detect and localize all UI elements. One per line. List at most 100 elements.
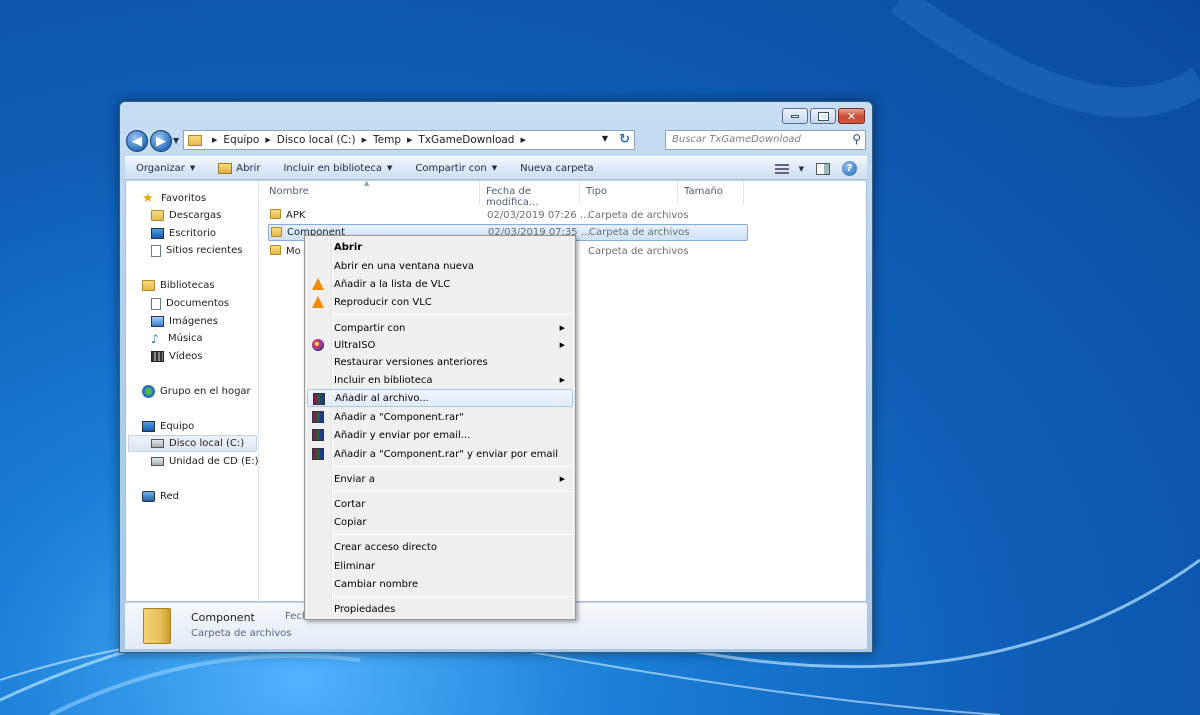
file-row[interactable]: APK 02/03/2019 07:26 ... Carpeta de arch… — [268, 207, 748, 224]
nav-documents[interactable]: Documentos — [151, 295, 229, 312]
column-type[interactable]: Tipo — [580, 181, 678, 203]
nav-label: Bibliotecas — [160, 280, 215, 291]
menu-item-copy[interactable]: Copiar — [307, 513, 573, 531]
new-folder-label: Nueva carpeta — [520, 162, 594, 174]
open-button[interactable]: Abrir — [207, 157, 272, 179]
menu-item-add-vlc-playlist[interactable]: Añadir a la lista de VLC — [307, 275, 573, 293]
menu-item-add-and-email[interactable]: Añadir y enviar por email... — [307, 426, 573, 444]
menu-label: Añadir a la lista de VLC — [334, 278, 451, 290]
nav-cd-drive[interactable]: Unidad de CD (E:) — [151, 453, 258, 470]
folder-shape — [270, 209, 281, 219]
folder-icon — [271, 227, 287, 240]
include-library-button[interactable]: Incluir en biblioteca ▼ — [272, 157, 404, 179]
videos-icon — [151, 351, 164, 362]
organize-button[interactable]: Organizar ▼ — [125, 157, 207, 179]
nav-favorites[interactable]: ★ Favoritos — [142, 190, 206, 207]
breadcrumb-txgamedownload[interactable]: TxGameDownload — [418, 134, 514, 146]
folder-shape — [270, 245, 281, 255]
menu-item-create-shortcut[interactable]: Crear acceso directo — [307, 538, 573, 556]
include-library-label: Incluir en biblioteca — [283, 162, 382, 174]
nav-libraries[interactable]: Bibliotecas — [142, 277, 215, 294]
menu-item-ultraiso[interactable]: UltraISO ▶ — [307, 336, 573, 354]
breadcrumb-temp[interactable]: Temp — [373, 134, 401, 146]
nav-local-disk[interactable]: Disco local (C:) — [128, 435, 257, 452]
column-size[interactable]: Tamaño — [678, 181, 744, 203]
navigation-pane[interactable]: ★ Favoritos Descargas Escritorio Sitios r… — [126, 181, 259, 602]
folder-icon — [270, 245, 286, 258]
menu-separator — [333, 314, 573, 315]
file-type: Carpeta de archivos — [589, 227, 690, 238]
nav-music[interactable]: ♪ Música — [151, 330, 203, 347]
history-dropdown-icon[interactable]: ▼ — [173, 136, 179, 145]
nav-downloads[interactable]: Descargas — [151, 207, 221, 224]
details-name: Component — [191, 611, 255, 624]
menu-label: Crear acceso directo — [334, 541, 437, 553]
menu-item-share-with[interactable]: Compartir con ▶ — [307, 319, 573, 337]
menu-item-include-library[interactable]: Incluir en biblioteca ▶ — [307, 371, 573, 389]
help-icon[interactable]: ? — [842, 161, 857, 176]
change-view-icon[interactable] — [774, 163, 789, 174]
back-arrow-icon: ◀ — [132, 133, 142, 149]
search-input[interactable]: Buscar TxGameDownload ⚲ — [665, 130, 866, 150]
downloads-folder-icon — [151, 210, 164, 221]
crumb-separator-icon[interactable]: ▶ — [407, 136, 412, 144]
nav-videos[interactable]: Vídeos — [151, 348, 202, 365]
chevron-down-icon: ▼ — [189, 164, 196, 172]
crumb-separator-icon[interactable]: ▶ — [212, 136, 217, 144]
file-type: Carpeta de archivos — [588, 210, 689, 221]
menu-item-delete[interactable]: Eliminar — [307, 557, 573, 575]
menu-item-cut[interactable]: Cortar — [307, 495, 573, 513]
crumb-separator-icon[interactable]: ▶ — [362, 136, 367, 144]
menu-label: Añadir a "Component.rar" — [334, 411, 464, 423]
file-type: Carpeta de archivos — [588, 246, 689, 257]
crumb-separator-icon[interactable]: ▶ — [520, 136, 525, 144]
menu-item-properties[interactable]: Propiedades — [307, 600, 573, 618]
homegroup-icon — [142, 385, 155, 398]
file-name: APK — [286, 210, 306, 221]
nav-homegroup[interactable]: Grupo en el hogar — [142, 383, 251, 400]
winrar-icon — [312, 411, 324, 423]
column-name[interactable]: Nombre ▲ — [263, 179, 480, 203]
nav-label: Imágenes — [169, 316, 219, 327]
crumb-separator-icon[interactable]: ▶ — [265, 136, 270, 144]
nav-recent[interactable]: Sitios recientes — [151, 242, 242, 259]
menu-item-add-to-archive[interactable]: Añadir al archivo... — [307, 389, 573, 407]
chevron-down-icon[interactable]: ▼ — [799, 165, 804, 173]
nav-computer[interactable]: Equipo — [142, 418, 194, 435]
refresh-icon[interactable]: ↻ — [619, 132, 630, 147]
search-icon[interactable]: ⚲ — [852, 132, 861, 146]
share-with-button[interactable]: Compartir con ▼ — [404, 157, 509, 179]
new-folder-button[interactable]: Nueva carpeta — [509, 157, 605, 179]
breadcrumb-equipo[interactable]: Equipo — [223, 134, 259, 146]
open-folder-icon — [218, 162, 233, 174]
close-button[interactable]: ✕ — [838, 108, 865, 124]
menu-item-rename[interactable]: Cambiar nombre — [307, 575, 573, 593]
command-bar: Organizar ▼ Abrir Incluir en biblioteca ▼ … — [125, 156, 867, 180]
menu-item-open[interactable]: Abrir — [307, 238, 573, 256]
nav-label: Equipo — [160, 421, 195, 432]
menu-item-add-rar-and-email[interactable]: Añadir a "Component.rar" y enviar por em… — [307, 445, 573, 463]
winrar-icon — [312, 448, 324, 460]
breadcrumb-disco-local[interactable]: Disco local (C:) — [277, 134, 356, 146]
maximize-button[interactable] — [810, 108, 836, 124]
menu-label: Eliminar — [334, 560, 375, 572]
column-name-label: Nombre — [269, 186, 309, 197]
menu-item-send-to[interactable]: Enviar a ▶ — [307, 470, 573, 488]
address-dropdown-icon[interactable]: ▼ — [602, 134, 608, 143]
menu-item-play-vlc[interactable]: Reproducir con VLC — [307, 293, 573, 311]
menu-separator — [333, 466, 573, 467]
nav-network[interactable]: Red — [142, 488, 179, 505]
menu-item-restore-versions[interactable]: Restaurar versiones anteriores — [307, 353, 573, 371]
nav-images[interactable]: Imágenes — [151, 313, 218, 330]
nav-label: Música — [168, 333, 203, 344]
minimize-button[interactable] — [782, 108, 808, 124]
back-button[interactable]: ◀ — [126, 130, 148, 152]
address-bar[interactable]: ▶ Equipo ▶ Disco local (C:) ▶ Temp ▶ TxG… — [183, 130, 635, 150]
preview-pane-icon[interactable] — [816, 162, 830, 175]
nav-desktop[interactable]: Escritorio — [151, 225, 216, 242]
menu-item-open-new-window[interactable]: Abrir en una ventana nueva — [307, 257, 573, 275]
forward-button[interactable]: ▶ — [150, 130, 172, 152]
column-date[interactable]: Fecha de modifica... — [480, 181, 580, 208]
menu-item-add-to-rar[interactable]: Añadir a "Component.rar" — [307, 408, 573, 426]
details-type: Carpeta de archivos — [191, 628, 292, 639]
